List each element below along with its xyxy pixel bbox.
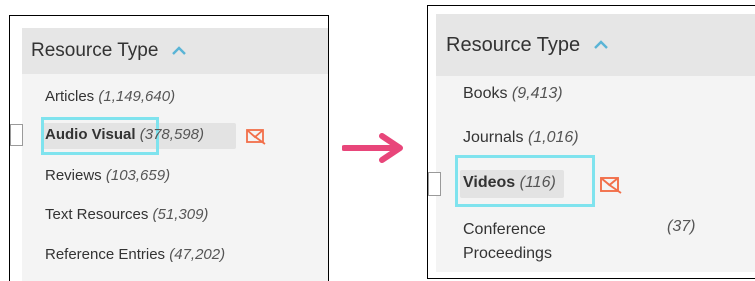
facet-item-label: Text Resources [45, 206, 149, 223]
facet-title: Resource Type [446, 33, 581, 56]
right-facet-panel: Resource Type Books (9,413) Journals (1,… [427, 5, 755, 279]
facet-item-conference-proceedings[interactable]: Conference Proceedings [463, 218, 552, 266]
facet-item-count: (1,016) [527, 129, 579, 146]
chevron-up-icon[interactable] [172, 46, 187, 56]
right-facet-header[interactable]: Resource Type [436, 14, 755, 76]
facet-item-count: (378,598) [139, 126, 204, 143]
facet-item-label: Books [463, 85, 508, 102]
left-facet-panel: Resource Type Articles (1,149,640) Audio… [9, 15, 329, 281]
facet-item-label: Videos [463, 174, 516, 191]
facet-item-reviews[interactable]: Reviews (103,659) [45, 167, 170, 184]
facet-checkbox-videos[interactable] [428, 172, 441, 196]
facet-item-label-line2: Proceedings [463, 245, 552, 262]
facet-item-audio-visual[interactable]: Audio Visual (378,598) [45, 126, 204, 143]
facet-item-count: (51,309) [152, 206, 209, 223]
facet-item-journals[interactable]: Journals (1,016) [463, 129, 579, 147]
facet-checkbox-audio-visual[interactable] [10, 124, 23, 146]
facet-item-count: (116) [519, 174, 556, 191]
mail-remove-icon[interactable] [600, 174, 622, 199]
facet-item-books[interactable]: Books (9,413) [463, 85, 563, 103]
left-facet-header[interactable]: Resource Type [22, 28, 328, 74]
facet-item-count: (9,413) [511, 85, 563, 102]
facet-item-label: Articles [45, 88, 95, 105]
chevron-up-icon[interactable] [594, 40, 609, 50]
facet-item-count: (47,202) [169, 246, 226, 263]
facet-item-count: (103,659) [105, 167, 171, 184]
facet-item-reference-entries[interactable]: Reference Entries (47,202) [45, 246, 225, 263]
facet-item-label: Audio Visual [45, 126, 136, 143]
facet-item-count: (1,149,640) [98, 88, 176, 105]
right-arrow-icon [341, 132, 412, 169]
facet-item-label-line1: Conference [463, 221, 546, 238]
facet-item-text-resources[interactable]: Text Resources (51,309) [45, 206, 208, 223]
facet-title: Resource Type [31, 40, 159, 61]
mail-remove-icon[interactable] [246, 127, 266, 150]
facet-item-label: Reviews [45, 167, 102, 184]
facet-item-label: Journals [463, 129, 524, 146]
facet-item-videos[interactable]: Videos (116) [463, 174, 556, 192]
facet-item-articles[interactable]: Articles (1,149,640) [45, 88, 175, 105]
facet-item-count: (37) [667, 218, 696, 235]
facet-item-label: Reference Entries [45, 246, 166, 263]
